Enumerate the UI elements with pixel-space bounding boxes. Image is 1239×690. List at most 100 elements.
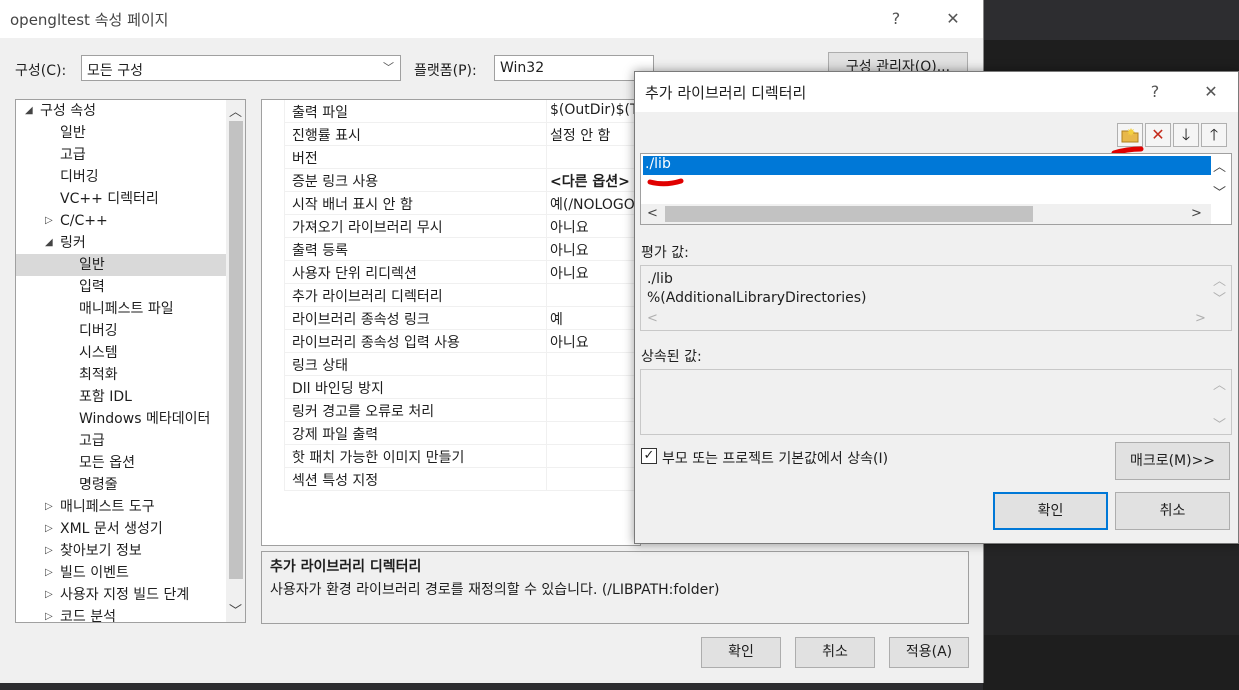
tree-item[interactable]: 모든 옵션 xyxy=(16,452,226,474)
delete-icon[interactable]: ✕ xyxy=(1145,123,1171,147)
tree-item-label: 모든 옵션 xyxy=(79,455,135,471)
list-hscroll-thumb[interactable] xyxy=(665,206,1033,222)
tree-item[interactable]: 명령줄 xyxy=(16,474,226,496)
expand-icon[interactable]: ▷ xyxy=(45,562,53,584)
new-line-folder-icon[interactable] xyxy=(1117,123,1143,147)
scroll-up-icon[interactable]: ︿ xyxy=(1213,270,1226,289)
scroll-down-icon[interactable]: ﹀ xyxy=(229,600,242,619)
property-row[interactable]: 출력 등록 아니요 xyxy=(262,238,640,261)
scroll-up-icon[interactable]: ︿ xyxy=(229,101,242,120)
tree-item[interactable]: ▷ 찾아보기 정보 xyxy=(16,540,226,562)
property-value[interactable]: <다른 옵션> xyxy=(550,171,630,191)
tree-item[interactable]: ▷ 빌드 이벤트 xyxy=(16,562,226,584)
expand-icon[interactable]: ▷ xyxy=(45,518,53,540)
tree-item[interactable]: 포함 IDL xyxy=(16,386,226,408)
tree-item[interactable]: VC++ 디렉터리 xyxy=(16,188,226,210)
dialog-cancel-button[interactable]: 취소 xyxy=(1115,492,1230,530)
scroll-down-icon[interactable]: ﹀ xyxy=(1213,182,1226,201)
property-row[interactable]: 섹션 특성 지정 xyxy=(262,468,640,491)
scroll-up-icon[interactable]: ︿ xyxy=(1213,374,1226,393)
tree-item[interactable]: 고급 xyxy=(16,144,226,166)
property-row[interactable]: 라이브러리 종속성 링크 예 xyxy=(262,307,640,330)
tree-item[interactable]: ◢ 링커 xyxy=(16,232,226,254)
property-row[interactable]: 사용자 단위 리디렉션 아니요 xyxy=(262,261,640,284)
help-button[interactable]: ? xyxy=(881,6,911,32)
property-row[interactable]: 핫 패치 가능한 이미지 만들기 xyxy=(262,445,640,468)
tree-scroll-thumb[interactable] xyxy=(229,121,243,579)
tree-item[interactable]: Windows 메타데이터 xyxy=(16,408,226,430)
property-row[interactable]: 증분 링크 사용 <다른 옵션> xyxy=(262,169,640,192)
property-value[interactable]: 설정 안 함 xyxy=(550,125,610,145)
property-grid: 출력 파일 $(OutDir)$(T 진행률 표시 설정 안 함버전증분 링크 사용 <… xyxy=(261,99,641,546)
tree-item[interactable]: 일반 xyxy=(16,122,226,144)
tree-item-label: 포함 IDL xyxy=(79,389,132,405)
scroll-left-icon[interactable]: < xyxy=(647,206,658,221)
apply-button[interactable]: 적용(A) xyxy=(889,637,969,668)
tree-item[interactable]: 최적화 xyxy=(16,364,226,386)
scroll-right-icon[interactable]: > xyxy=(1195,311,1206,326)
macros-button[interactable]: 매크로(M)>> xyxy=(1115,442,1230,480)
property-value[interactable]: 아니요 xyxy=(550,240,589,260)
tree-item[interactable]: 시스템 xyxy=(16,342,226,364)
property-name: 핫 패치 가능한 이미지 만들기 xyxy=(292,450,465,466)
collapse-icon[interactable]: ◢ xyxy=(45,232,53,254)
property-row[interactable]: 링커 경고를 오류로 처리 xyxy=(262,399,640,422)
tree-item-label: 빌드 이벤트 xyxy=(60,565,129,581)
property-row[interactable]: 진행률 표시 설정 안 함 xyxy=(262,123,640,146)
scroll-right-icon[interactable]: > xyxy=(1191,206,1202,221)
dialog-close-button[interactable]: ✕ xyxy=(1196,79,1226,105)
property-value[interactable]: 예(/NOLOGO xyxy=(550,194,635,214)
tree-item[interactable]: 입력 xyxy=(16,276,226,298)
tree-item[interactable]: 고급 xyxy=(16,430,226,452)
property-value[interactable]: 아니요 xyxy=(550,332,589,352)
library-directory-list[interactable]: ./lib ︿ ﹀ < > xyxy=(640,153,1232,225)
tree-item[interactable]: ▷ 매니페스트 도구 xyxy=(16,496,226,518)
scroll-down-icon[interactable]: ﹀ xyxy=(1213,414,1226,433)
move-up-icon[interactable]: 🡑 xyxy=(1201,123,1227,147)
property-row[interactable]: 추가 라이브러리 디렉터리 xyxy=(262,284,640,307)
expand-icon[interactable]: ▷ xyxy=(45,606,53,622)
property-row[interactable]: 가져오기 라이브러리 무시 아니요 xyxy=(262,215,640,238)
inherit-checkbox[interactable]: ✓ xyxy=(641,448,657,464)
tree-item[interactable]: ◢ 구성 속성 xyxy=(16,100,226,122)
tree-item[interactable]: ▷ 코드 분석 xyxy=(16,606,226,622)
cancel-button[interactable]: 취소 xyxy=(795,637,875,668)
expand-icon[interactable]: ▷ xyxy=(45,584,53,606)
config-combo[interactable]: 모든 구성 ﹀ xyxy=(81,55,401,81)
collapse-icon[interactable]: ◢ xyxy=(25,100,33,122)
property-row[interactable]: 링크 상태 xyxy=(262,353,640,376)
tree-item[interactable]: 매니페스트 파일 xyxy=(16,298,226,320)
inherit-checkbox-label[interactable]: 부모 또는 프로젝트 기본값에서 상속(I) xyxy=(662,448,888,468)
property-row[interactable]: 라이브러리 종속성 입력 사용 아니요 xyxy=(262,330,640,353)
list-hscrollbar[interactable]: < > xyxy=(641,204,1211,224)
property-row[interactable]: Dll 바인딩 방지 xyxy=(262,376,640,399)
property-row[interactable]: 시작 배너 표시 안 함 예(/NOLOGO xyxy=(262,192,640,215)
tree-item[interactable]: 디버깅 xyxy=(16,320,226,342)
tree-item[interactable]: ▷ XML 문서 생성기 xyxy=(16,518,226,540)
expand-icon[interactable]: ▷ xyxy=(45,496,53,518)
dialog-ok-button[interactable]: 확인 xyxy=(993,492,1108,530)
tree-item[interactable]: 일반 xyxy=(16,254,226,276)
property-value[interactable]: 아니요 xyxy=(550,263,589,283)
dialog-help-button[interactable]: ? xyxy=(1140,79,1170,105)
close-button[interactable]: ✕ xyxy=(938,6,968,32)
property-value[interactable]: 아니요 xyxy=(550,217,589,237)
property-name: 버전 xyxy=(292,151,318,167)
property-value[interactable]: 예 xyxy=(550,309,563,329)
ok-button[interactable]: 확인 xyxy=(701,637,781,668)
expand-icon[interactable]: ▷ xyxy=(45,210,53,232)
scroll-up-icon[interactable]: ︿ xyxy=(1213,156,1226,175)
scroll-left-icon[interactable]: < xyxy=(647,311,658,326)
list-item[interactable]: ./lib xyxy=(643,156,1211,175)
tree-item[interactable]: ▷ C/C++ xyxy=(16,210,226,232)
expand-icon[interactable]: ▷ xyxy=(45,540,53,562)
property-row[interactable]: 출력 파일 $(OutDir)$(T xyxy=(262,100,640,123)
platform-combo[interactable]: Win32 xyxy=(494,55,654,81)
property-value[interactable]: $(OutDir)$(T xyxy=(550,102,639,118)
scroll-down-icon[interactable]: ﹀ xyxy=(1213,288,1226,307)
property-row[interactable]: 강제 파일 출력 xyxy=(262,422,640,445)
move-down-icon[interactable]: 🡓 xyxy=(1173,123,1199,147)
property-row[interactable]: 버전 xyxy=(262,146,640,169)
tree-item[interactable]: 디버깅 xyxy=(16,166,226,188)
tree-item[interactable]: ▷ 사용자 지정 빌드 단계 xyxy=(16,584,226,606)
